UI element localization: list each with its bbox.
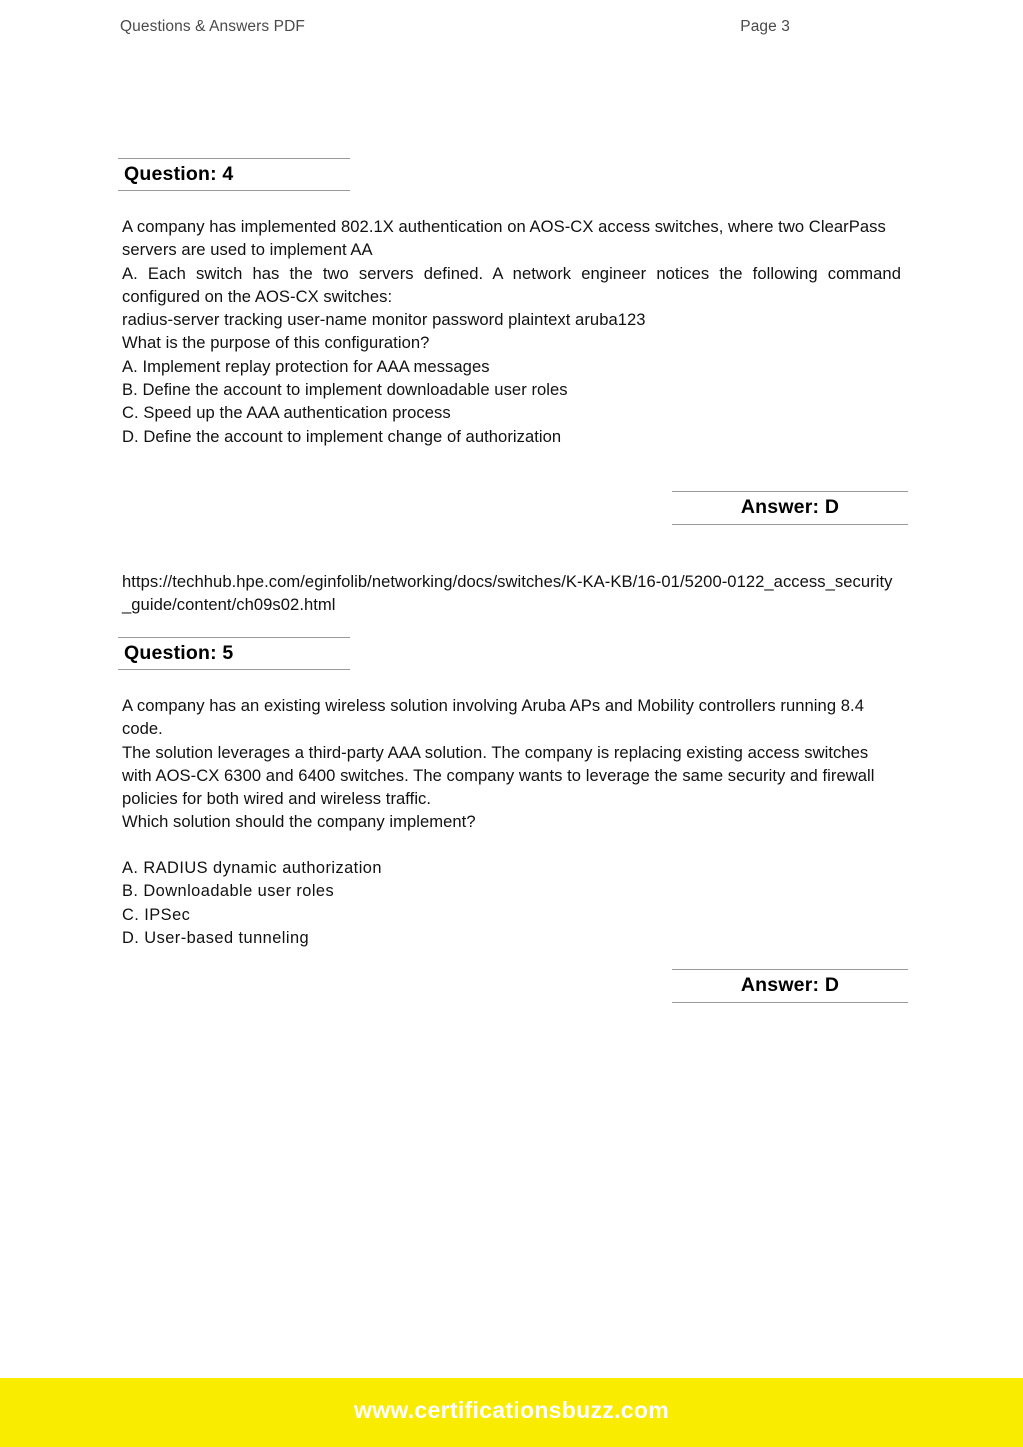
question-5-line-3: Which solution should the company implem…: [122, 812, 476, 832]
question-5-options: A. RADIUS dynamic authorization B. Downl…: [122, 857, 901, 950]
footer-website-link[interactable]: www.certificationsbuzz.com: [354, 1397, 669, 1424]
pdf-page: Questions & Answers PDF Page 3 Question:…: [0, 0, 1023, 1447]
question-5-option-a: A. RADIUS dynamic authorization: [122, 859, 382, 877]
question-4-answer-box: Answer: D: [672, 491, 908, 526]
question-4-line-3: A. Each switch has the two servers defin…: [122, 263, 901, 306]
question-4-option-c: C. Speed up the AAA authentication proce…: [122, 403, 451, 423]
question-4-reference-link[interactable]: https://techhub.hpe.com/eginfolib/networ…: [122, 570, 901, 617]
question-5-line-2: The solution leverages a third-party AAA…: [122, 742, 875, 809]
question-5-label: Question: 5: [124, 642, 234, 664]
question-4-reference-block: https://techhub.hpe.com/eginfolib/networ…: [122, 570, 901, 617]
question-4-option-a: A. Implement replay protection for AAA m…: [122, 356, 490, 376]
question-4-line-1: A company has implemented 802.1X authent…: [122, 217, 886, 236]
document-title: Questions & Answers PDF: [120, 18, 305, 35]
question-4-line-5: What is the purpose of this configuratio…: [122, 333, 430, 353]
question-5-option-c: C. IPSec: [122, 905, 191, 924]
page-number: Page 3: [740, 18, 790, 35]
footer-banner: www.certificationsbuzz.com: [0, 1378, 1023, 1447]
question-4-line-4: radius-server tracking user-name monitor…: [122, 310, 646, 330]
question-5-body: A company has an existing wireless solut…: [122, 694, 901, 834]
question-5-line-1: A company has an existing wireless solut…: [122, 696, 864, 739]
question-5-answer: Answer: D: [740, 974, 840, 996]
page-header: Questions & Answers PDF Page 3: [120, 18, 903, 36]
question-5-label-box: Question: 5: [118, 637, 350, 671]
question-4-body: A company has implemented 802.1X authent…: [122, 215, 901, 448]
question-4-label-box: Question: 4: [118, 158, 350, 192]
question-5-option-b: B. Downloadable user roles: [122, 882, 335, 901]
question-4-answer: Answer: D: [740, 496, 840, 518]
question-4-line-2: servers are used to implement AA: [122, 240, 373, 260]
question-4-option-b: B. Define the account to implement downl…: [122, 380, 568, 400]
question-4-option-d: D. Define the account to implement chang…: [122, 426, 562, 446]
question-5-answer-box: Answer: D: [672, 969, 908, 1004]
question-5-option-d: D. User-based tunneling: [122, 928, 310, 947]
question-4-label: Question: 4: [124, 163, 234, 185]
